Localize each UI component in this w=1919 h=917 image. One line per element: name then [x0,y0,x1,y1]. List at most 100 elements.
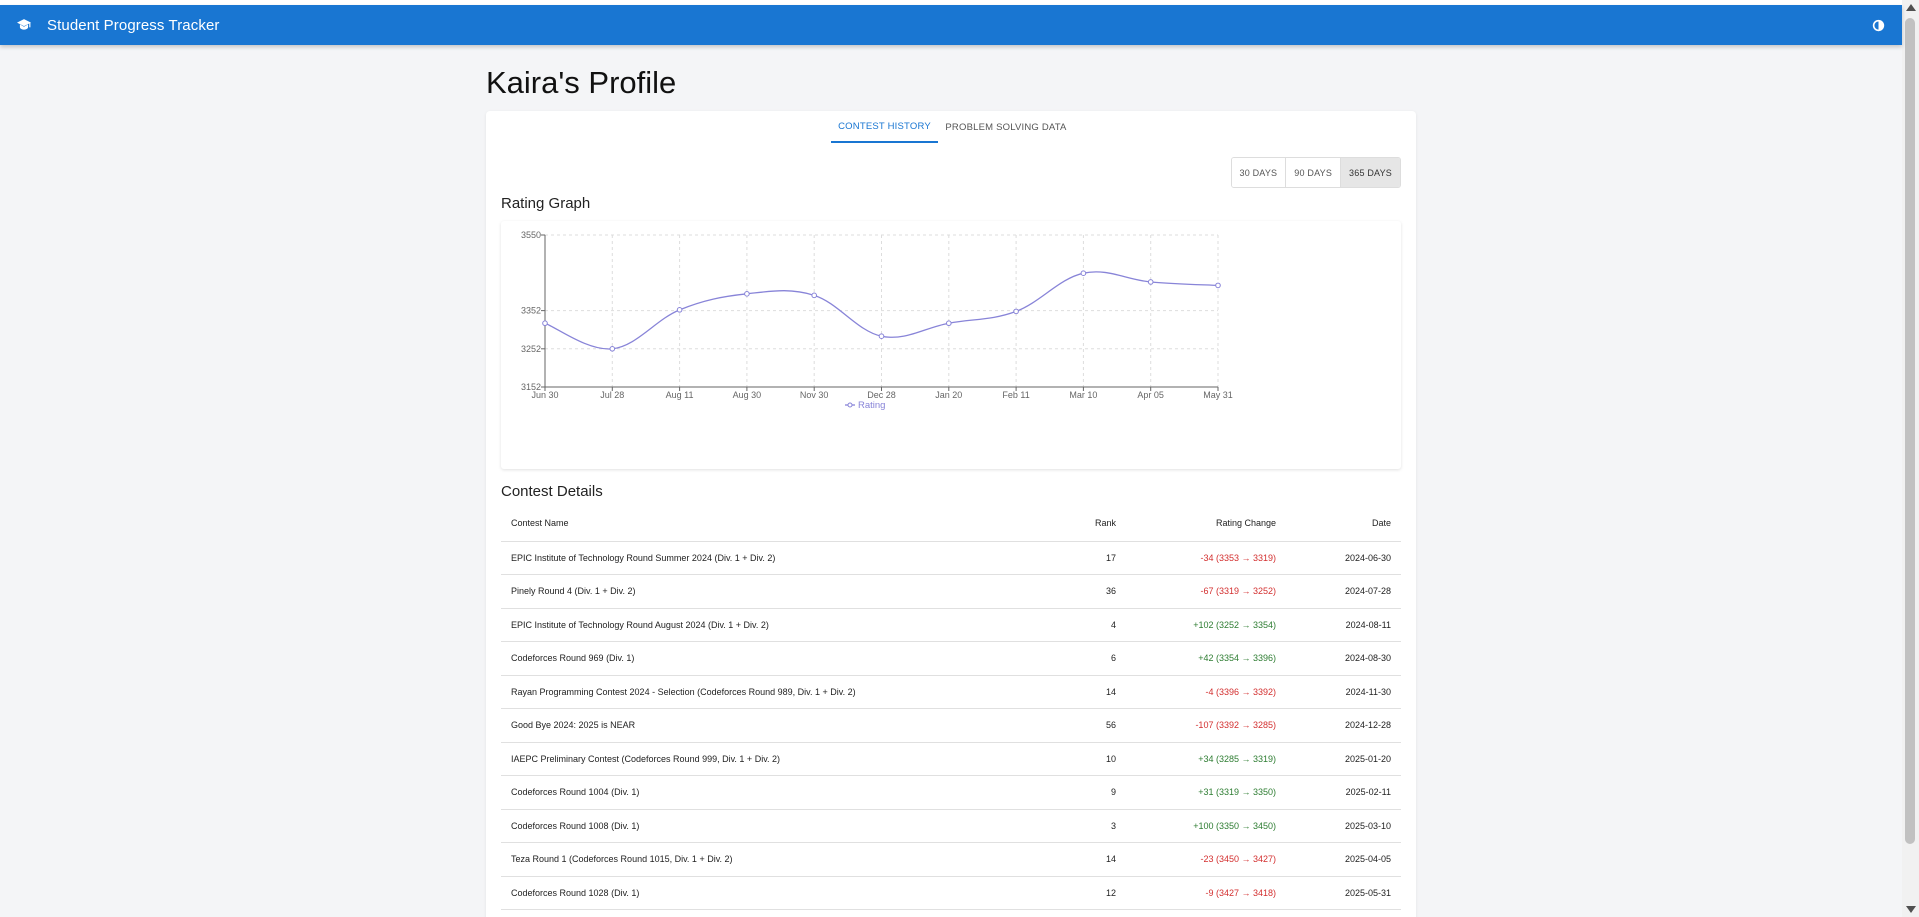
page-title: Kaira's Profile [486,65,677,100]
date-cell: 2024-12-28 [1286,708,1401,743]
date-cell: 2024-07-28 [1286,574,1401,609]
tab-contest-history[interactable]: CONTEST HISTORY [831,111,938,143]
contest-name-cell: Codeforces Round 1028 (Div. 1) [501,876,1036,910]
date-cell: 2025-02-11 [1286,775,1401,810]
header-rating-change: Rating Change [1126,505,1286,542]
contest-details-title: Contest Details [501,483,603,500]
y-tick-label: 3550 [521,230,541,240]
scroll-down-icon[interactable] [1906,906,1916,913]
contest-name-cell: Rayan Programming Contest 2024 - Selecti… [501,675,1036,709]
table-row: EPIC Institute of Technology Round Summe… [501,541,1401,575]
y-tick-label: 3252 [521,344,541,354]
table-row: Rayan Programming Contest 2024 - Selecti… [501,675,1401,709]
range-30-days-button[interactable]: 30 DAYS [1231,158,1287,187]
rating-change-cell: -4 (3396 → 3392) [1126,675,1286,709]
y-tick-label: 3352 [521,306,541,316]
rank-cell: 6 [1036,641,1126,676]
rating-change-cell: +31 (3319 → 3350) [1126,775,1286,810]
x-tick-label: Jan 20 [935,390,962,400]
rating-point [946,320,952,327]
rating-point [542,320,548,327]
rating-chart-svg: 3152325233523550Jun 30 Jul 28 Aug 11 Aug 30… [521,230,1233,411]
date-cell: 2025-01-20 [1286,742,1401,776]
rating-change-cell: +34 (3285 → 3319) [1126,742,1286,776]
contest-name-cell: EPIC Institute of Technology Round Augus… [501,608,1036,642]
contest-name-cell: EPIC Institute of Technology Round Summe… [501,541,1036,575]
table-row: Codeforces Round 1004 (Div. 1) 9 +31 (3319… [501,775,1401,810]
x-tick-label: Nov 30 [800,390,829,400]
rank-cell: 9 [1036,775,1126,810]
date-cell: 2024-08-11 [1286,608,1401,642]
header-contest-name: Contest Name [501,505,1036,542]
contest-name-cell: Good Bye 2024: 2025 is NEAR [501,708,1036,743]
scroll-up-icon[interactable] [1906,4,1916,11]
rating-point [676,307,683,313]
profile-card: CONTEST HISTORY PROBLEM SOLVING DATA 30 … [486,111,1416,917]
tab-bar: CONTEST HISTORY PROBLEM SOLVING DATA [486,111,1416,143]
table-row: Teza Round 1 (Codeforces Round 1015, Div… [501,842,1401,877]
contest-name-cell: Pinely Round 4 (Div. 1 + Div. 2) [501,574,1036,609]
app-title: Student Progress Tracker [47,16,220,34]
rank-cell: 56 [1036,708,1126,743]
x-tick-label: Apr 05 [1137,390,1164,400]
x-tick-label: Aug 30 [733,390,762,400]
contest-name-cell: Codeforces Round 969 (Div. 1) [501,641,1036,676]
range-365-days-button[interactable]: 365 DAYS [1341,158,1400,187]
table-header-row: Contest Name Rank Rating Change Date [501,505,1401,542]
rating-point [1147,279,1154,285]
contest-name-cell: Codeforces Round 1004 (Div. 1) [501,775,1036,810]
rank-cell: 3 [1036,809,1126,843]
rating-change-cell: +102 (3252 → 3354) [1126,608,1286,642]
date-cell: 2024-08-30 [1286,641,1401,676]
rating-change-cell: -9 (3427 → 3418) [1126,876,1286,910]
range-90-days-button[interactable]: 90 DAYS [1286,158,1342,187]
main-content: Kaira's Profile CONTEST HISTORY PROBLEM … [0,45,1902,917]
rank-cell: 14 [1036,675,1126,709]
x-tick-label: Jun 30 [531,390,558,400]
rank-cell: 10 [1036,742,1126,776]
table-row: Codeforces Round 1008 (Div. 1) 3 +100 (335… [501,809,1401,843]
date-cell: 2024-11-30 [1286,675,1401,709]
rating-graph-title: Rating Graph [501,195,591,212]
header-date: Date [1286,505,1401,542]
app-bar: Student Progress Tracker [0,5,1902,45]
rating-point [1215,282,1221,289]
x-tick-label: Aug 11 [666,390,694,400]
date-cell: 2025-04-05 [1286,842,1401,877]
x-tick-label: Dec 28 [867,390,896,400]
theme-toggle-icon[interactable] [1870,17,1886,33]
rating-point [1080,270,1087,276]
table-row: Codeforces Round 1028 (Div. 1) 12 -9 (3427… [501,876,1401,910]
header-rank: Rank [1036,505,1126,542]
table-row: IAEPC Preliminary Contest (Codeforces Ro… [501,742,1401,776]
date-cell: 2025-03-10 [1286,809,1401,843]
rank-cell: 36 [1036,574,1126,609]
rank-cell: 4 [1036,608,1126,642]
scrollbar-thumb[interactable] [1905,18,1915,844]
x-tick-label: Jul 28 [600,390,624,400]
rating-change-cell: -107 (3392 → 3285) [1126,708,1286,743]
contest-name-cell: Codeforces Round 1008 (Div. 1) [501,809,1036,843]
x-tick-label: May 31 [1203,390,1233,400]
table-row: Good Bye 2024: 2025 is NEAR 56 -107 (3392 … [501,708,1401,743]
table-row: Codeforces Round 969 (Div. 1) 6 +42 (3354 … [501,641,1401,676]
rank-cell: 14 [1036,842,1126,877]
rank-cell: 17 [1036,541,1126,575]
tab-problem-solving-data[interactable]: PROBLEM SOLVING DATA [938,111,1074,143]
rating-change-cell: +42 (3354 → 3396) [1126,641,1286,676]
date-cell: 2025-05-31 [1286,876,1401,910]
legend-label: Rating [858,400,885,411]
rank-cell: 12 [1036,876,1126,910]
contest-name-cell: IAEPC Preliminary Contest (Codeforces Ro… [501,742,1036,776]
rating-point [1013,308,1019,315]
rating-point [811,292,818,299]
rating-chart: 3152 3252 3352 3550 Jun 30 Jul 28 Aug 11 Aug 30… [501,221,1401,469]
contest-table: Contest Name Rank Rating Change Date EPI… [501,505,1401,910]
rating-change-cell: +100 (3350 → 3450) [1126,809,1286,843]
range-selector: 30 DAYS 90 DAYS 365 DAYS [1230,157,1401,188]
rating-change-cell: -23 (3450 → 3427) [1126,842,1286,877]
table-row: Pinely Round 4 (Div. 1 + Div. 2) 36 -67 (3… [501,574,1401,609]
page-scrollbar[interactable] [1902,0,1919,917]
rating-change-cell: -34 (3353 → 3319) [1126,541,1286,575]
table-row: EPIC Institute of Technology Round Augus… [501,608,1401,642]
